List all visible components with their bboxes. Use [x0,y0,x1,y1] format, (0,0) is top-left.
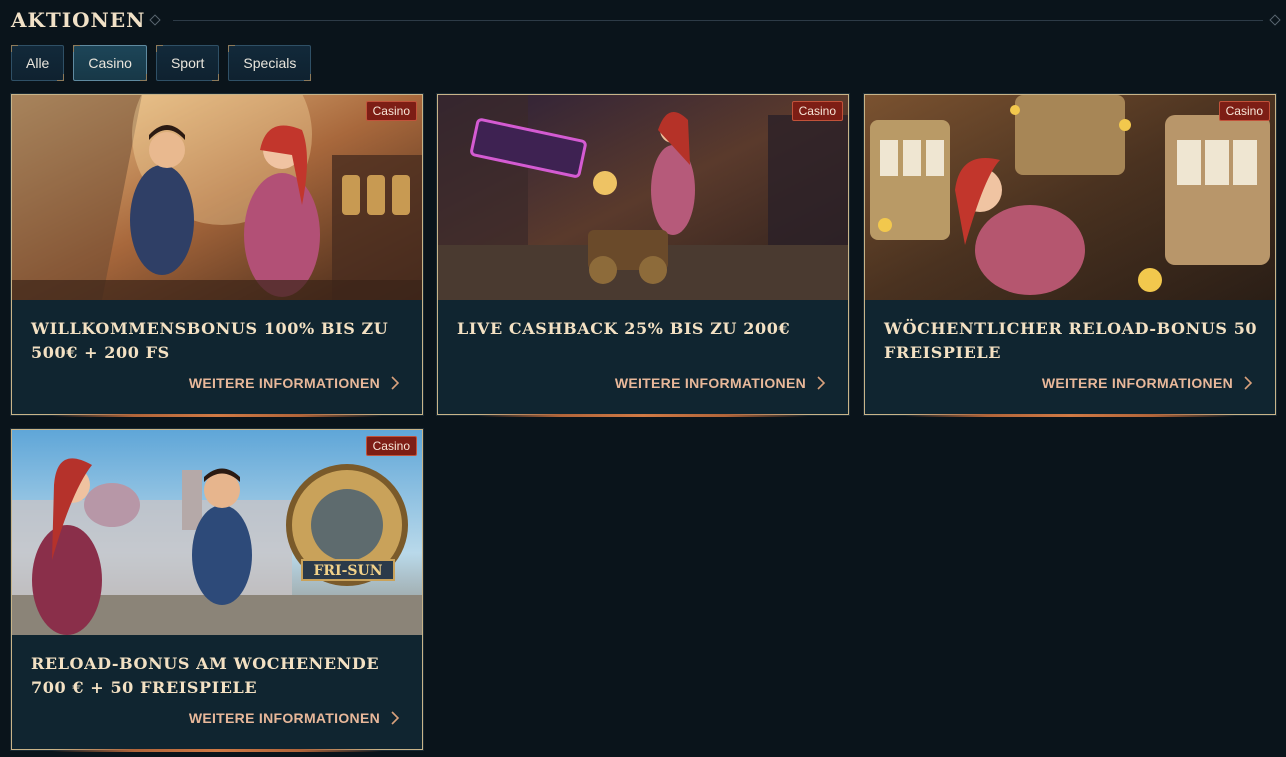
promo-image: Casino [438,95,848,300]
more-info-link[interactable]: WEITERE INFORMATIONEN [189,375,400,391]
tab-casino[interactable]: Casino [73,45,147,81]
promo-image: Casino [12,95,422,300]
more-info-label: WEITERE INFORMATIONEN [1041,375,1233,391]
promotions-page: AKTIONEN Alle Casino Sport Specials Casi… [0,0,1286,757]
promo-card-welcome-bonus[interactable]: Casino WILLKOMMENSBONUS 100% BIS ZU 500€… [11,94,423,417]
chevron-right-icon [1244,376,1253,390]
chevron-right-icon [391,711,400,725]
more-info-link[interactable]: WEITERE INFORMATIONEN [189,710,400,726]
header-divider [173,19,1263,21]
promo-card-weekly-reload[interactable]: Casino WÖCHENTLICHER RELOAD-BONUS 50 FRE… [864,94,1276,417]
promo-card-weekend-reload[interactable]: FRI-SUN Casino RELOAD-BONUS AM WOCHENEND… [11,429,423,752]
promo-image: Casino [865,95,1275,300]
promo-image: FRI-SUN Casino [12,430,422,635]
promo-title: WÖCHENTLICHER RELOAD-BONUS 50 FREISPIELE [884,319,1258,362]
category-badge: Casino [365,436,417,456]
more-info-link[interactable]: WEITERE INFORMATIONEN [1042,375,1253,391]
more-info-label: WEITERE INFORMATIONEN [614,375,806,391]
page-title: AKTIONEN [11,8,146,32]
more-info-label: WEITERE INFORMATIONEN [188,375,380,391]
chevron-right-icon [391,376,400,390]
more-info-link[interactable]: WEITERE INFORMATIONEN [615,375,826,391]
promo-title: LIVE CASHBACK 25% BIS ZU 200€ [457,319,791,338]
category-badge: Casino [791,101,843,121]
category-badge: Casino [1218,101,1270,121]
fri-sun-sign: FRI-SUN [313,563,382,579]
tab-specials[interactable]: Specials [228,45,312,81]
category-badge: Casino [365,101,417,121]
filter-tabs: Alle Casino Sport Specials [11,45,312,81]
ornament-diamond-icon [149,14,162,26]
ornament-diamond-icon [1269,14,1281,26]
section-header: AKTIONEN [11,6,1281,34]
tab-alle[interactable]: Alle [11,45,65,81]
tab-sport[interactable]: Sport [155,45,220,81]
chevron-right-icon [817,376,826,390]
promo-title: RELOAD-BONUS AM WOCHENENDE 700 € + 50 FR… [31,654,380,697]
more-info-label: WEITERE INFORMATIONEN [188,710,380,726]
promo-card-live-cashback[interactable]: Casino LIVE CASHBACK 25% BIS ZU 200€ WEI… [437,94,849,417]
promo-title: WILLKOMMENSBONUS 100% BIS ZU 500€ + 200 … [31,319,389,362]
